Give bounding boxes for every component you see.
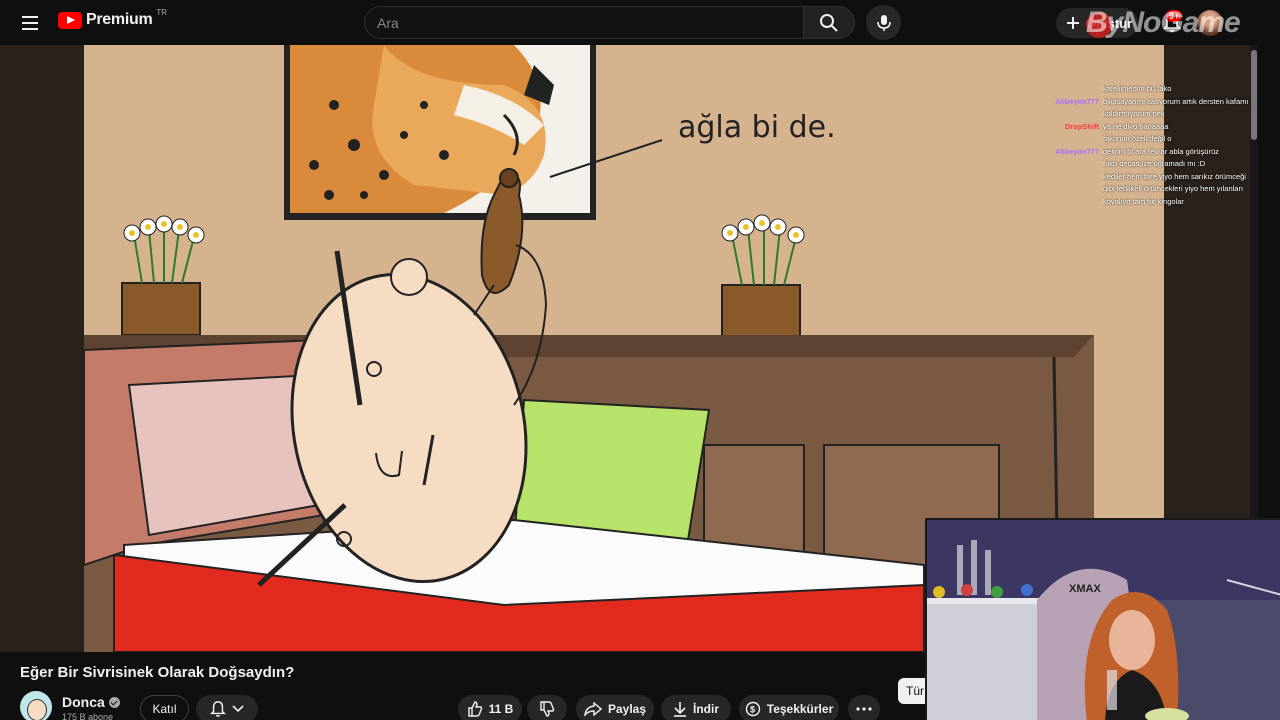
microphone-icon bbox=[876, 14, 891, 31]
chat-username bbox=[1020, 133, 1103, 146]
plus-icon bbox=[1067, 17, 1079, 29]
chat-message: DropShift ya ne diyo banaaaa bbox=[1020, 121, 1270, 134]
chat-message-text: kovalıyo tam bir kingolar bbox=[1103, 196, 1184, 206]
download-label: İndir bbox=[693, 702, 719, 716]
thanks-button[interactable]: $ Teşekkürler bbox=[739, 695, 839, 720]
chat-message: kaldırmıyorum pek bbox=[1020, 108, 1270, 121]
like-count: 11 B bbox=[488, 702, 514, 716]
chat-username bbox=[1020, 196, 1103, 209]
streamer-webcam: XMAX bbox=[925, 518, 1280, 720]
chat-username bbox=[1020, 171, 1103, 184]
chat-message-text: kafeliimedim bu fako bbox=[1103, 84, 1172, 93]
chat-message: kediler hem fare yiyo hem sarıkız örümce… bbox=[1020, 171, 1270, 184]
channel-name-link[interactable]: Donca bbox=[62, 694, 120, 710]
chat-message-text: ya ne diyo banaaaa bbox=[1103, 121, 1169, 131]
chat-message-text: bilgisayarımı satıyorum artık dersten ka… bbox=[1103, 96, 1249, 106]
chat-message: kafeliimedim bu fako bbox=[1020, 83, 1270, 96]
search-box bbox=[364, 6, 804, 39]
verified-check-icon bbox=[108, 696, 120, 708]
youtube-play-icon bbox=[58, 11, 82, 29]
chat-username bbox=[1020, 183, 1103, 196]
more-horizontal-icon bbox=[856, 707, 872, 711]
voice-search-button[interactable] bbox=[866, 5, 901, 40]
chat-username: Alibeyim777 bbox=[1055, 146, 1099, 156]
more-actions-button[interactable] bbox=[848, 695, 880, 720]
share-label: Paylaş bbox=[607, 702, 647, 716]
chat-username: DropShift bbox=[1064, 121, 1099, 131]
bell-icon bbox=[210, 701, 226, 717]
bynogame-watermark: ByNoGame bbox=[1086, 6, 1241, 39]
share-button[interactable]: Paylaş bbox=[576, 695, 654, 720]
top-bar: Premium TR Oluştur 9+ ByNoGame bbox=[0, 0, 1280, 45]
webcam-scene: XMAX bbox=[927, 520, 1280, 720]
thumbs-up-icon bbox=[467, 701, 482, 717]
chat-message: fako decasuze uğramadı mı :D bbox=[1020, 158, 1270, 171]
subscription-bell-button[interactable] bbox=[196, 695, 258, 720]
channel-avatar[interactable] bbox=[20, 691, 52, 720]
svg-text:$: $ bbox=[750, 705, 755, 715]
chat-message-text: kediler hem fare yiyo hem sarıkız örümce… bbox=[1103, 171, 1246, 181]
stream-chat-overlay: kafeliimedim bu fako Alibeyim777 bilgisaya… bbox=[1020, 83, 1270, 208]
chat-username: Alibeyim777 bbox=[1055, 96, 1099, 106]
chat-message-text: kaldırmıyorum pek bbox=[1103, 109, 1165, 118]
chat-username bbox=[1020, 108, 1103, 121]
dislike-button[interactable] bbox=[527, 695, 567, 720]
search-button[interactable] bbox=[803, 6, 855, 39]
logo-region: TR bbox=[156, 7, 168, 17]
chevron-down-icon bbox=[232, 705, 244, 713]
logo-text: Premium bbox=[86, 11, 153, 28]
chat-message-text: gelirim bi ara tekrar abla görüşürüz bbox=[1103, 146, 1219, 156]
chair-brand-text: XMAX bbox=[1069, 583, 1101, 595]
chat-message-text: fakonun özeli değil o bbox=[1103, 134, 1172, 143]
youtube-premium-logo[interactable]: Premium TR bbox=[58, 7, 168, 29]
chat-message-text: gibi tehlikeli örümcekleri yiyo hem yıla… bbox=[1103, 184, 1244, 193]
chat-message: kovalıyo tam bir kingolar bbox=[1020, 196, 1270, 209]
thanks-label: Teşekkürler bbox=[766, 702, 834, 716]
hamburger-menu-icon[interactable] bbox=[16, 9, 44, 37]
search-input[interactable] bbox=[365, 7, 803, 38]
like-button[interactable]: 11 B bbox=[458, 695, 522, 720]
download-button[interactable]: İndir bbox=[661, 695, 731, 720]
video-title: Eğer Bir Sivrisinek Olarak Doğsaydın? bbox=[20, 664, 295, 681]
chat-message: Alibeyim777 gelirim bi ara tekrar abla gö… bbox=[1020, 146, 1270, 159]
subscriber-count: 175 B abone bbox=[62, 712, 114, 720]
video-drawn-text: ağla bi de. bbox=[678, 110, 836, 145]
channel-name: Donca bbox=[62, 694, 105, 710]
chat-message: Alibeyim777 bilgisayarımı satıyorum artık… bbox=[1020, 96, 1270, 109]
app-root: Premium TR Oluştur 9+ ByNoGame bbox=[0, 0, 1280, 720]
chat-message: fakonun özeli değil o bbox=[1020, 133, 1270, 146]
thumbs-down-icon bbox=[540, 701, 555, 717]
join-button[interactable]: Katıl bbox=[140, 695, 189, 720]
download-icon bbox=[674, 702, 686, 717]
chat-username bbox=[1020, 83, 1103, 96]
chat-username bbox=[1020, 158, 1103, 171]
chat-message-text: fako decasuze uğramadı mı :D bbox=[1103, 159, 1206, 168]
super-thanks-icon: $ bbox=[745, 701, 760, 717]
chat-message: gibi tehlikeli örümcekleri yiyo hem yıla… bbox=[1020, 183, 1270, 196]
share-icon bbox=[584, 702, 602, 716]
search-icon bbox=[820, 13, 838, 32]
